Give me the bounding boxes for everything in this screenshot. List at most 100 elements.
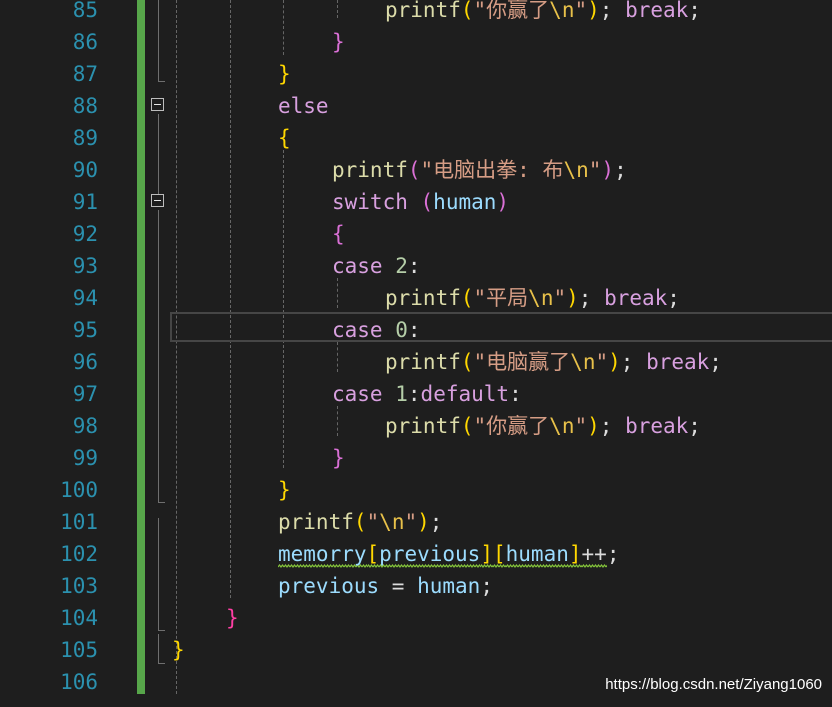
code-token: ++ — [581, 542, 607, 568]
code-token: ] — [480, 542, 493, 568]
indent-guide — [337, 0, 338, 18]
code-token: printf — [332, 158, 408, 182]
code-token: ; — [688, 414, 701, 438]
code-line[interactable]: case 1:default: — [332, 378, 522, 410]
code-token: ; — [614, 158, 627, 182]
indent-guide — [230, 0, 231, 598]
code-token: ; — [606, 542, 620, 566]
code-token: human — [417, 574, 481, 598]
code-token: case — [332, 254, 383, 278]
code-token: human — [433, 190, 497, 214]
code-token: ; — [599, 0, 626, 22]
code-token: memorry — [278, 542, 367, 568]
code-token: : — [407, 254, 421, 278]
code-line[interactable]: printf("你赢了\n"); break; — [385, 410, 701, 442]
line-number: 94 — [72, 286, 98, 310]
code-line[interactable]: printf("电脑出拳: 布\n"); — [332, 154, 627, 186]
outline-line — [158, 502, 165, 503]
line-number: 103 — [60, 574, 98, 598]
code-line[interactable]: printf("平局\n"); break; — [385, 282, 680, 314]
code-token: ( — [460, 286, 474, 310]
code-token: = — [379, 574, 418, 598]
code-token: switch — [332, 190, 408, 214]
code-token: ; — [620, 350, 647, 374]
code-token: printf — [278, 510, 354, 534]
code-token: "电脑赢了 — [473, 350, 571, 374]
line-number: 87 — [72, 62, 98, 86]
indent-guide — [283, 0, 284, 55]
code-token: ) — [587, 0, 600, 22]
code-line[interactable]: } — [332, 26, 345, 58]
code-token: " — [574, 0, 588, 22]
code-token: " — [366, 510, 380, 534]
outline-line — [158, 518, 159, 630]
code-token: ) — [601, 158, 615, 182]
code-line[interactable]: printf("电脑赢了\n"); break; — [385, 346, 722, 378]
code-token: \n — [549, 414, 575, 438]
code-token: previous — [278, 574, 380, 598]
code-token: ) — [496, 190, 510, 214]
code-token: ) — [608, 350, 621, 374]
code-token: "你赢了 — [473, 0, 550, 22]
collapse-region-icon[interactable] — [151, 98, 164, 111]
code-line[interactable]: } — [172, 634, 185, 666]
code-token: \n — [528, 286, 554, 310]
code-token: break — [625, 414, 689, 438]
code-token: ; — [480, 574, 493, 598]
code-line[interactable]: } — [332, 442, 345, 474]
code-token: : — [407, 382, 421, 406]
code-token: "你赢了 — [473, 414, 550, 438]
code-token: break — [646, 350, 710, 374]
code-token: case — [332, 318, 383, 342]
code-line[interactable]: switch (human) — [332, 186, 509, 218]
code-line[interactable]: else — [278, 90, 329, 122]
code-token: \n — [563, 158, 589, 182]
code-token: ; — [429, 510, 443, 534]
code-line[interactable]: case 2: — [332, 250, 421, 282]
code-token: { — [278, 126, 291, 150]
code-line[interactable]: { — [278, 122, 291, 154]
code-line[interactable]: { — [332, 218, 345, 250]
code-token: ; — [667, 286, 680, 310]
current-line-highlight — [170, 312, 832, 342]
code-token: " — [595, 350, 609, 374]
code-line[interactable]: printf("你赢了\n"); break; — [385, 0, 701, 26]
code-token: } — [226, 606, 239, 630]
indent-guide — [337, 406, 338, 436]
code-token: ; — [688, 0, 701, 22]
code-token: human — [505, 542, 569, 568]
line-number: 85 — [72, 0, 98, 22]
outline-line — [158, 663, 165, 664]
code-line[interactable]: previous = human; — [278, 570, 493, 602]
code-token: 2 — [395, 254, 408, 278]
code-token: } — [172, 638, 185, 662]
code-token: ( — [353, 510, 367, 534]
code-editor[interactable]: 85 86 87 88 89 90 91 92 93 94 95 96 97 98 99 100 101 102 1… — [0, 0, 832, 707]
code-token: \n — [570, 350, 596, 374]
code-line[interactable]: printf("\n"); — [278, 506, 442, 538]
code-token: 1 — [395, 382, 408, 406]
outline-line — [158, 81, 165, 82]
outline-line — [158, 630, 165, 631]
code-line[interactable]: memorry[previous][human]++; — [278, 538, 619, 570]
collapse-region-icon[interactable] — [151, 194, 164, 207]
line-number: 97 — [72, 382, 98, 406]
code-token: ; — [599, 414, 626, 438]
indent-guide — [283, 150, 284, 468]
line-number: 106 — [60, 670, 98, 694]
code-token: \n — [379, 510, 405, 534]
line-number: 100 — [60, 478, 98, 502]
code-line[interactable]: } — [278, 474, 291, 506]
code-line[interactable]: } — [226, 602, 239, 634]
code-line[interactable]: case 0: — [332, 314, 421, 346]
line-number: 93 — [72, 254, 98, 278]
code-token: [ — [492, 542, 506, 568]
code-line[interactable]: } — [278, 58, 291, 90]
line-number: 86 — [72, 30, 98, 54]
line-number: 99 — [72, 446, 98, 470]
outline-line — [158, 210, 159, 502]
